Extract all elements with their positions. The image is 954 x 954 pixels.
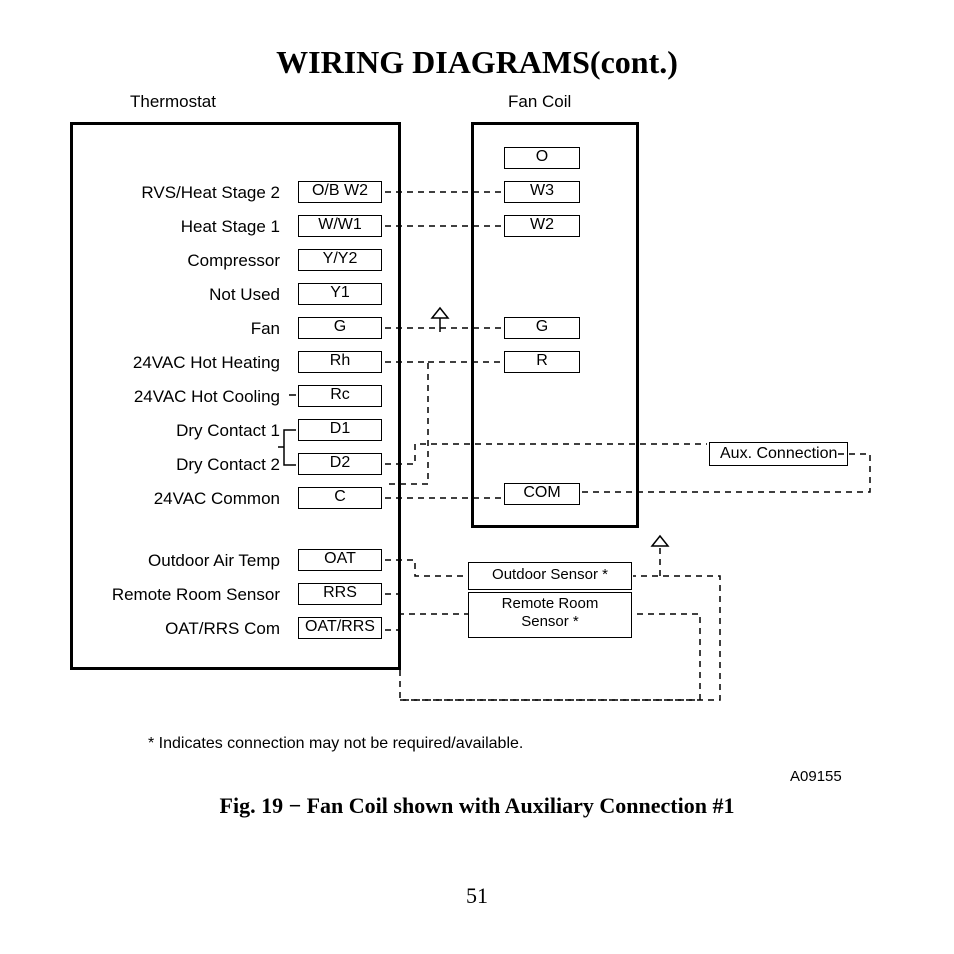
thermostat-header: Thermostat [130, 92, 216, 112]
thermo-label-12: OAT/RRS Com [80, 619, 280, 639]
thermo-label-7: Dry Contact 1 [80, 421, 280, 441]
thermo-label-5: 24VAC Hot Heating [80, 353, 280, 373]
footnote: * Indicates connection may not be requir… [148, 735, 523, 753]
thermo-label-2: Compressor [80, 251, 280, 271]
thermo-term-10: OAT [298, 549, 382, 571]
page-title: WIRING DIAGRAMS(cont.) [0, 44, 954, 81]
fancoil-term-1: W3 [504, 181, 580, 203]
thermo-term-6: Rc [298, 385, 382, 407]
thermo-label-0: RVS/Heat Stage 2 [80, 183, 280, 203]
page-number: 51 [0, 883, 954, 909]
outdoor-sensor-box: Outdoor Sensor * [468, 562, 632, 590]
thermo-term-9: C [298, 487, 382, 509]
fancoil-header: Fan Coil [508, 92, 571, 112]
fancoil-term-2: W2 [504, 215, 580, 237]
thermo-term-0: O/B W2 [298, 181, 382, 203]
thermo-label-3: Not Used [80, 285, 280, 305]
thermo-label-1: Heat Stage 1 [80, 217, 280, 237]
thermo-term-4: G [298, 317, 382, 339]
fancoil-term-5: COM [504, 483, 580, 505]
reference-number: A09155 [790, 768, 842, 785]
fancoil-term-0: O [504, 147, 580, 169]
fancoil-term-3: G [504, 317, 580, 339]
thermo-label-8: Dry Contact 2 [80, 455, 280, 475]
thermo-term-7: D1 [298, 419, 382, 441]
thermo-label-4: Fan [80, 319, 280, 339]
thermo-term-11: RRS [298, 583, 382, 605]
thermo-term-12: OAT/RRS [298, 617, 382, 639]
thermo-term-3: Y1 [298, 283, 382, 305]
fancoil-term-4: R [504, 351, 580, 373]
thermo-term-1: W/W1 [298, 215, 382, 237]
thermo-label-10: Outdoor Air Temp [80, 551, 280, 571]
page: WIRING DIAGRAMS(cont.) Thermostat Fan Co… [0, 0, 954, 954]
thermo-term-8: D2 [298, 453, 382, 475]
thermo-label-6: 24VAC Hot Cooling [80, 387, 280, 407]
aux-connection-box: Aux. Connection [709, 442, 848, 466]
thermo-label-11: Remote Room Sensor [80, 585, 280, 605]
thermo-term-2: Y/Y2 [298, 249, 382, 271]
thermo-label-9: 24VAC Common [80, 489, 280, 509]
figure-caption: Fig. 19 − Fan Coil shown with Auxiliary … [0, 793, 954, 819]
thermo-term-5: Rh [298, 351, 382, 373]
remote-room-sensor-box: Remote Room Sensor * [468, 592, 632, 638]
